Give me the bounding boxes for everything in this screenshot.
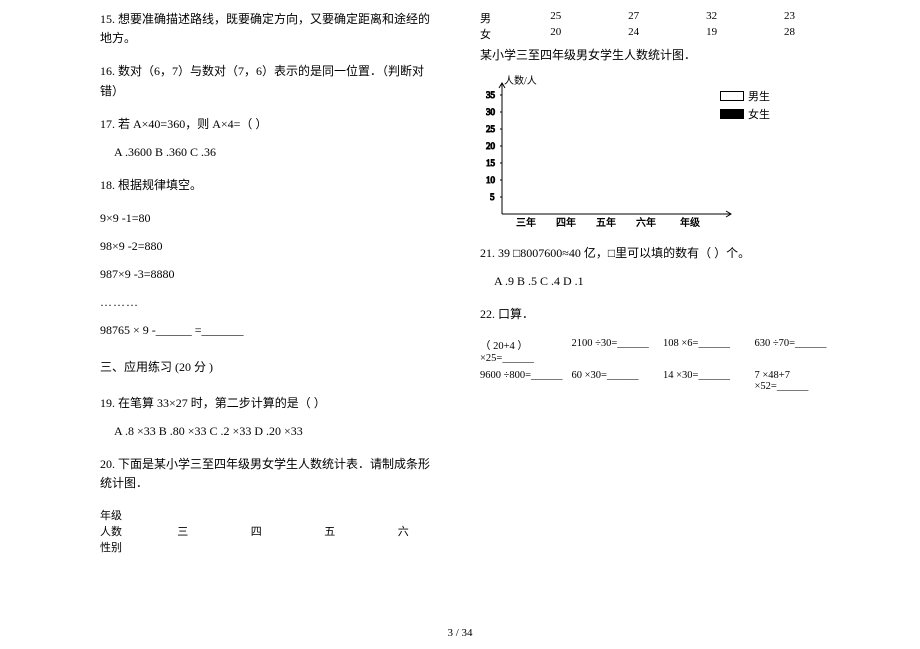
xcat-6: 六年 (636, 216, 656, 229)
question-19-options: A .8 ×33 B .80 ×33 C .2 ×33 D .20 ×33 (100, 422, 440, 441)
chart-caption: 某小学三至四年级男女学生人数统计图． (480, 46, 840, 64)
tick-25: 25 (486, 124, 496, 134)
calc-8: 7 ×48+7 ×52=______ (755, 370, 841, 392)
calc-4: 630 ÷70=______ (755, 338, 841, 364)
calc-7: 14 ×30=______ (663, 370, 749, 392)
data-row-female: 女 20 24 19 28 (480, 26, 840, 42)
female-g6: 28 (762, 26, 840, 42)
page-number: 3 / 34 (0, 627, 920, 639)
female-g5: 19 (684, 26, 762, 42)
q18-line-b: 98×9 -2=880 (100, 237, 440, 255)
table-header-grade-row: 年级 (100, 507, 440, 523)
calc-2: 2100 ÷30=______ (572, 338, 658, 364)
male-g4: 27 (606, 10, 684, 26)
male-g5: 32 (684, 10, 762, 26)
question-16: 16. 数对（6，7）与数对（7，6）表示的是同一位置．（判断对错） (100, 62, 440, 100)
chart-legend: 男生 女生 (720, 88, 770, 124)
tick-20: 20 (486, 141, 496, 151)
male-g3: 25 (528, 10, 606, 26)
tick-30: 30 (486, 107, 496, 117)
question-18: 18. 根据规律填空。 (100, 176, 440, 195)
question-15: 15. 想要准确描述路线，既要确定方向，又要确定距离和途经的地方。 (100, 10, 440, 48)
col-grade-5: 五 (293, 523, 367, 539)
col-grade-4: 四 (219, 523, 293, 539)
tick-35: 35 (486, 90, 496, 100)
col-grade-3: 三 (146, 523, 220, 539)
col-grade-6: 六 (367, 523, 441, 539)
xcat-3: 三年 (516, 216, 536, 229)
q18-line-c: 987×9 -3=8880 (100, 265, 440, 283)
question-17: 17. 若 A×40=360，则 A×4=（ ） (100, 115, 440, 133)
calc-grid: （ 20+4 ）×25=______ 2100 ÷30=______ 108 ×… (480, 338, 840, 392)
question-17-options: A .3600 B .360 C .36 (100, 143, 440, 162)
calc-1: （ 20+4 ）×25=______ (480, 338, 566, 364)
question-21-options: A .9 B .5 C .4 D .1 (480, 272, 840, 291)
row-female-label: 女 (480, 26, 528, 42)
table-count-row: 人数 三 四 五 六 (100, 523, 440, 539)
q18-line-a: 9×9 -1=80 (100, 209, 440, 227)
female-g4: 24 (606, 26, 684, 42)
th-gender: 性别 (100, 539, 150, 555)
row-male-label: 男 (480, 10, 528, 26)
q18-line-e: 98765 × 9 -______ =_______ (100, 321, 440, 340)
question-22: 22. 口算． (480, 305, 840, 324)
question-21: 21. 39 □8007600≈40 亿，□里可以填的数有（ ）个。 (480, 244, 840, 262)
tick-10: 10 (486, 175, 496, 185)
tick-15: 15 (486, 158, 496, 168)
legend-girl: 女生 (748, 106, 770, 122)
section-3-title: 三、应用练习 (20 分 ) (100, 358, 440, 377)
th-count: 人数 (100, 523, 146, 539)
q18-ellipsis: ……… (100, 293, 440, 311)
calc-3: 108 ×6=______ (663, 338, 749, 364)
legend-box-girl (720, 109, 744, 119)
data-row-male: 男 25 27 32 23 (480, 10, 840, 26)
question-19: 19. 在笔算 33×27 时，第二步计算的是（ ） (100, 394, 440, 412)
calc-6: 60 ×30=______ (572, 370, 658, 392)
table-gender-row: 性别 (100, 539, 440, 555)
bar-chart-empty: 人数/人 5 10 15 20 25 30 35 三年 四年 (480, 74, 770, 234)
male-g6: 23 (762, 10, 840, 26)
xcat-label: 年级 (680, 216, 701, 229)
calc-5: 9600 ÷800=______ (480, 370, 566, 392)
legend-boy: 男生 (748, 88, 770, 104)
xcat-5: 五年 (596, 216, 616, 229)
xcat-4: 四年 (556, 216, 576, 229)
tick-5: 5 (490, 192, 495, 202)
question-20: 20. 下面是某小学三至四年级男女学生人数统计表．请制成条形统计图． (100, 455, 440, 493)
female-g3: 20 (528, 26, 606, 42)
legend-box-boy (720, 91, 744, 101)
th-grade: 年级 (100, 507, 150, 523)
